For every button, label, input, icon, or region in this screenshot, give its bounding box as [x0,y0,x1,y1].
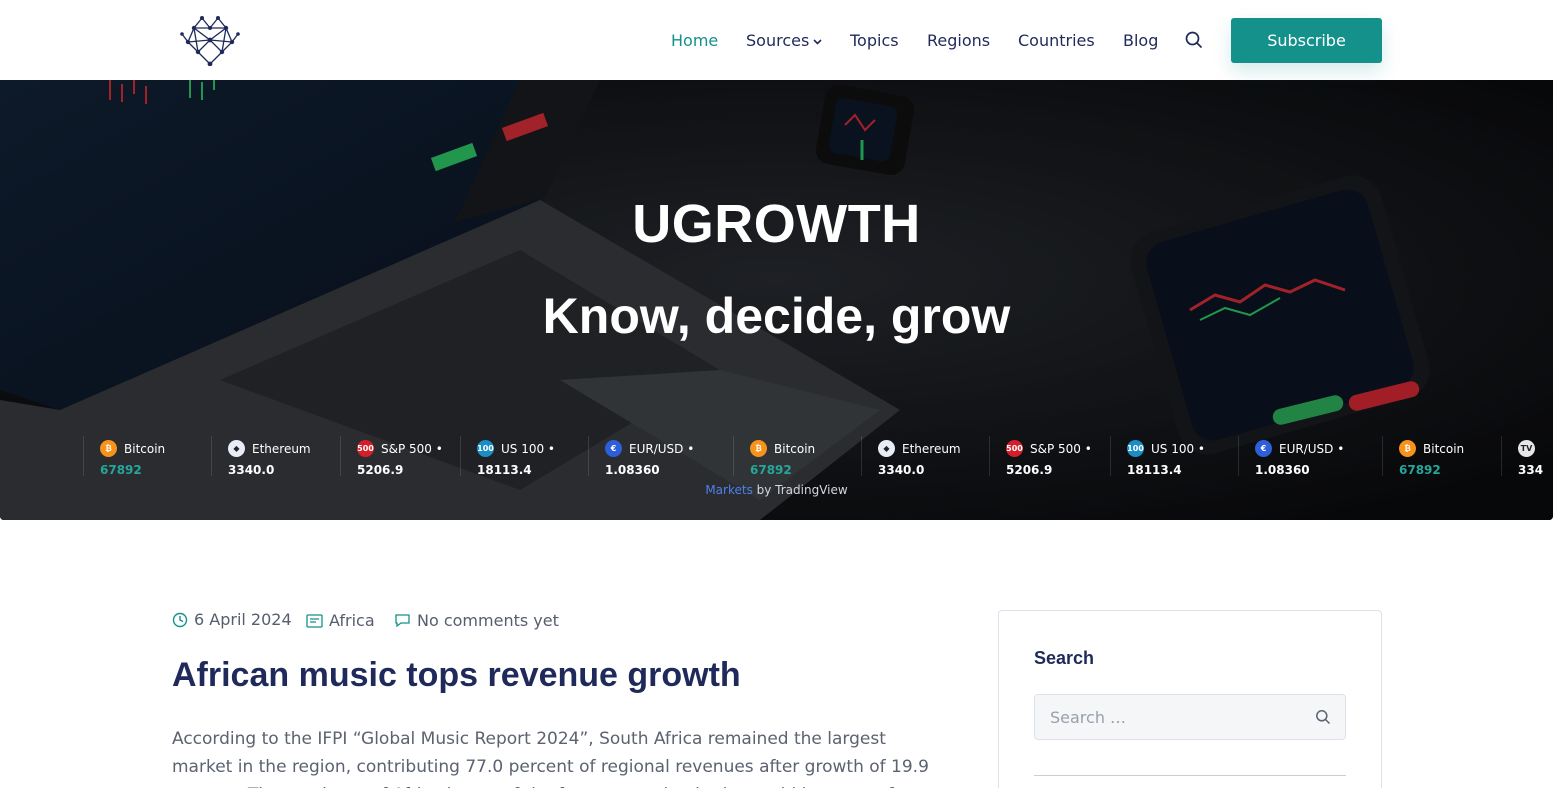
nav-sources[interactable]: Sources [746,31,822,50]
ticker-name: US 100 • [501,442,556,456]
ticker-symbol-icon: ₿ [750,440,767,457]
post-comments[interactable]: No comments yet [394,611,559,630]
ticker-name: EUR/USD • [1279,442,1345,456]
category-icon [306,613,323,628]
post-date: 6 April 2024 [172,610,292,629]
post-date-text: 6 April 2024 [194,610,292,629]
ticker-value: 18113.4 [1127,463,1182,477]
ticker-value: 1.08360 [1255,463,1310,477]
ticker-value: 3340.0 [228,463,275,477]
nav-sources-label: Sources [746,31,810,50]
ticker-symbol-icon: 100 [477,440,494,457]
ticker-separator [1110,436,1111,476]
ticker-name: EUR/USD • [629,442,695,456]
clock-icon [172,612,188,627]
ticker-separator [989,436,990,476]
sidebar-search-widget: Search [998,610,1382,788]
market-ticker-tape[interactable]: /USD •0₿Bitcoin67892◆Ethereum3340.0500S&… [0,436,1553,480]
hero-title: UGROWTH [632,194,921,254]
ticker-value: 1.08360 [605,463,660,477]
hero-tagline: Know, decide, grow [542,288,1011,344]
post-excerpt: According to the IFPI “Global Music Repo… [172,729,929,788]
nav-topics[interactable]: Topics [850,31,899,50]
ticker-symbol-icon: 500 [357,440,374,457]
ticker-name: Bitcoin [1423,442,1465,456]
post-category[interactable]: Africa [306,611,375,630]
ticker-separator [340,436,341,476]
ticker-symbol-icon: TV [1518,440,1535,457]
post-category-text[interactable]: Africa [329,611,375,630]
ticker-symbol-icon: € [1255,440,1272,457]
comment-icon [395,614,410,628]
nav-countries[interactable]: Countries [1018,31,1095,50]
ticker-separator [83,436,84,476]
sidebar-divider [1034,775,1346,776]
network-tree-logo[interactable] [180,14,240,66]
ticker-symbol-icon: 100 [1127,440,1144,457]
site-header: Home Sources Topics Regions Countries Bl… [0,0,1553,80]
ticker-separator [1501,436,1502,476]
ticker-separator [1238,436,1239,476]
ticker-name: Bitcoin [124,442,166,456]
ticker-value: 5206.9 [1006,463,1053,477]
ticker-name: S&P 500 • [381,442,443,456]
ticker-separator [460,436,461,476]
ticker-value: 67892 [1399,463,1441,477]
ticker-symbol-icon: ₿ [1399,440,1416,457]
search-input[interactable] [1035,695,1305,739]
search-widget-title: Search [1034,648,1095,668]
ticker-separator [211,436,212,476]
ticker-value: 3340.0 [878,463,925,477]
ticker-symbol-icon: ◆ [228,440,245,457]
ticker-name: S&P 500 • [1030,442,1092,456]
ticker-separator [733,436,734,476]
ticker-value: 334 [1518,463,1544,477]
ticker-name: Bitcoin [774,442,816,456]
post-title[interactable]: African music tops revenue growth [172,656,741,695]
nav-regions[interactable]: Regions [927,31,990,50]
ticker-value: 67892 [750,463,792,477]
ticker-separator [1382,436,1383,476]
chevron-down-icon [813,38,822,45]
ticker-name: Ethereum [252,442,311,456]
ticker-symbol-icon: € [605,440,622,457]
ticker-separator [861,436,862,476]
ticker-value: 67892 [100,463,142,477]
attribution-text: by TradingView [752,483,848,497]
markets-link[interactable]: Markets [705,483,753,497]
tradingview-attribution: Markets by TradingView [0,483,1553,497]
nav-blog[interactable]: Blog [1123,31,1158,50]
search-icon[interactable] [1315,709,1331,725]
post-comments-text[interactable]: No comments yet [417,611,559,630]
ticker-value: 5206.9 [357,463,404,477]
ticker-name: US 100 • [1151,442,1206,456]
ticker-separator [588,436,589,476]
search-icon[interactable] [1184,30,1204,50]
ticker-symbol-icon: ◆ [878,440,895,457]
subscribe-button[interactable]: Subscribe [1231,18,1382,63]
sidebar-search-box [1034,694,1346,740]
ticker-value: 18113.4 [477,463,532,477]
nav-home[interactable]: Home [671,31,718,50]
ticker-symbol-icon: 500 [1006,440,1023,457]
ticker-symbol-icon: ₿ [100,440,117,457]
ticker-name: Ethereum [902,442,961,456]
hero-banner: UGROWTH Know, decide, grow /USD •0₿Bitco… [0,80,1553,520]
